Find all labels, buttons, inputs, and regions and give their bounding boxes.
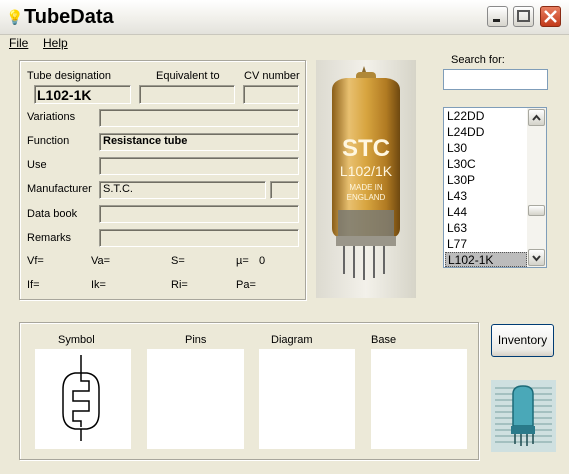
pins-label: Pins: [185, 334, 207, 346]
menu-file[interactable]: File: [9, 36, 28, 50]
minimize-icon: [493, 19, 500, 22]
menu-file-label: File: [9, 36, 29, 50]
tube-country-text: ENGLAND: [347, 193, 386, 202]
window-title: TubeData: [24, 6, 114, 28]
tube-made-in-text: MADE IN: [349, 183, 383, 192]
manufacturer-extra-field[interactable]: [270, 181, 299, 199]
data-book-field[interactable]: [99, 205, 299, 223]
list-item-selected[interactable]: L102-1K: [445, 252, 527, 267]
scroll-up-button[interactable]: [528, 109, 545, 126]
va-param: Va=: [91, 255, 111, 267]
pa-param: Pa=: [236, 279, 256, 291]
tube-designation-field[interactable]: L102-1K: [34, 85, 131, 104]
symbol-label: Symbol: [58, 334, 95, 346]
use-field[interactable]: [99, 157, 299, 175]
base-panel: [371, 349, 467, 449]
list-item[interactable]: L30P: [445, 173, 527, 188]
close-button[interactable]: [540, 6, 561, 27]
resistance-tube-symbol-icon: [62, 355, 100, 441]
cv-number-label: CV number: [244, 70, 300, 82]
search-input[interactable]: [443, 69, 548, 90]
symbol-panel: [35, 349, 131, 449]
minimize-button[interactable]: [487, 6, 508, 27]
function-field[interactable]: Resistance tube: [99, 133, 299, 151]
cv-number-field[interactable]: [243, 85, 299, 104]
list-item[interactable]: L43: [445, 189, 527, 204]
vf-param: Vf=: [27, 255, 44, 267]
list-item[interactable]: L30C: [445, 157, 527, 172]
remarks-field[interactable]: [99, 229, 299, 247]
menu-help-label: Help: [43, 36, 68, 50]
data-book-label: Data book: [27, 208, 78, 220]
variations-label: Variations: [27, 111, 76, 123]
equivalent-to-field[interactable]: [139, 85, 235, 104]
app-lightbulb-icon[interactable]: 💡: [6, 9, 23, 26]
list-item[interactable]: L30: [445, 141, 527, 156]
tube-model-text: L102/1K: [340, 163, 393, 179]
mu-value: 0: [259, 255, 266, 267]
if-param: If=: [27, 279, 40, 291]
list-item[interactable]: L24DD: [445, 125, 527, 140]
maximize-icon: [517, 10, 530, 22]
ri-param: Ri=: [171, 279, 188, 291]
manufacturer-field[interactable]: S.T.C.: [99, 181, 266, 199]
equivalent-to-label: Equivalent to: [156, 70, 220, 82]
diagram-panel: [259, 349, 355, 449]
list-item[interactable]: L44: [445, 205, 527, 220]
tube-photo: STC L102/1K MADE IN ENGLAND: [316, 60, 416, 298]
list-item[interactable]: L63: [445, 221, 527, 236]
menu-help[interactable]: Help: [43, 36, 68, 50]
diagram-label: Diagram: [271, 334, 313, 346]
scroll-thumb[interactable]: [528, 205, 545, 216]
use-label: Use: [27, 159, 47, 171]
inventory-button[interactable]: Inventory: [491, 324, 554, 357]
close-icon: [544, 10, 557, 23]
search-label: Search for:: [451, 54, 505, 66]
base-label: Base: [371, 334, 397, 346]
app-logo: [491, 380, 556, 452]
tube-designation-label: Tube designation: [27, 70, 111, 82]
list-item[interactable]: L22DD: [445, 109, 527, 124]
variations-field[interactable]: [99, 109, 299, 127]
maximize-button[interactable]: [513, 6, 534, 27]
ik-param: Ik=: [91, 279, 106, 291]
remarks-label: Remarks: [27, 232, 72, 244]
scroll-down-button[interactable]: [528, 249, 545, 266]
pins-panel: [147, 349, 244, 449]
manufacturer-label: Manufacturer: [27, 183, 92, 195]
tube-brand-text: STC: [342, 135, 390, 162]
list-item[interactable]: L77: [445, 237, 527, 252]
chevron-down-icon: [532, 255, 541, 262]
chevron-up-icon: [532, 114, 541, 121]
menu-bar: [0, 34, 569, 52]
s-param: S=: [171, 255, 185, 267]
mu-param: µ=: [236, 255, 249, 267]
list-scrollbar[interactable]: [527, 108, 546, 267]
function-label: Function: [27, 135, 70, 147]
